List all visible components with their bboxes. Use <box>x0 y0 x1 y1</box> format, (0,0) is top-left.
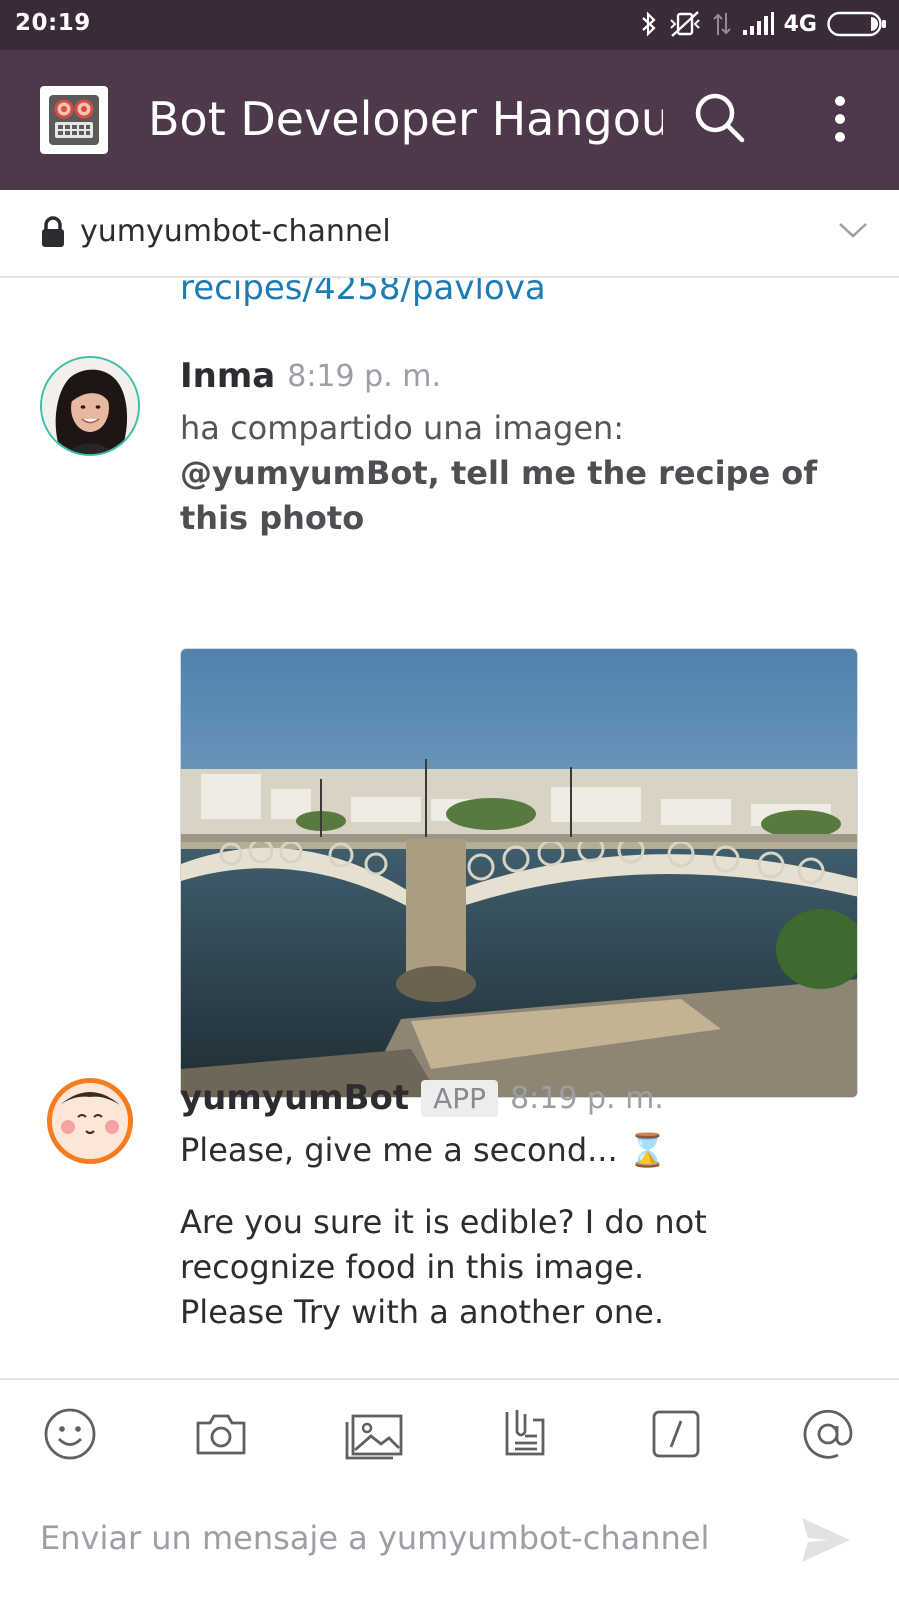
at-sign-icon <box>803 1409 853 1459</box>
vibrate-off-icon <box>669 11 700 37</box>
gallery-button[interactable] <box>343 1406 405 1462</box>
avatar-yumyumbot[interactable] <box>47 1078 133 1164</box>
channel-header[interactable]: yumyumbot-channel <box>0 190 899 278</box>
message-inma: Inma 8:19 p. m. ha compartido una imagen… <box>0 356 899 1116</box>
message-yumyumbot: yumyumBot APP 8:19 p. m. Please, give me… <box>0 1078 899 1378</box>
file-attach-icon <box>505 1410 545 1456</box>
overflow-menu-button[interactable] <box>822 90 858 150</box>
lock-icon <box>42 216 64 247</box>
data-transfer-icon <box>712 13 731 35</box>
bridge-photo-image <box>181 649 857 1097</box>
status-time: 20:19 <box>15 10 91 36</box>
emoji-button[interactable] <box>42 1406 98 1462</box>
channel-name: yumyumbot-channel <box>80 214 391 249</box>
status-icons: 4G <box>640 9 887 39</box>
slash-command-button[interactable] <box>648 1406 704 1462</box>
bot-reply-text: Are you sure it is edible? I do not reco… <box>180 1203 707 1331</box>
avatar-inma[interactable] <box>40 356 140 456</box>
mention-button[interactable] <box>800 1406 856 1462</box>
image-gallery-icon <box>345 1414 403 1460</box>
camera-button[interactable] <box>193 1406 249 1462</box>
author-name[interactable]: Inma <box>180 356 275 396</box>
image-caption: @yumyumBot, tell me the recipe of this p… <box>180 454 818 537</box>
bluetooth-icon <box>641 11 656 37</box>
send-icon <box>802 1518 850 1562</box>
person-avatar-icon <box>42 358 138 454</box>
robot-icon <box>44 90 104 150</box>
composer-toolbar <box>0 1378 899 1488</box>
bot-face-icon <box>52 1083 128 1159</box>
status-bar: 20:19 4G <box>0 0 899 50</box>
recipe-link[interactable]: recipes/4258/pavlova <box>180 278 546 308</box>
slash-command-icon <box>652 1410 700 1458</box>
file-button[interactable] <box>497 1406 553 1462</box>
search-icon <box>695 93 745 143</box>
signal-icon <box>742 12 774 35</box>
more-vertical-icon <box>835 96 845 142</box>
waiting-message: Please, give me a second... <box>180 1131 618 1169</box>
hourglass-icon: ⌛ <box>627 1131 668 1169</box>
message-list[interactable]: recipes/4258/pavlova Inma 8:19 p. m. ha … <box>0 278 899 1378</box>
timestamp: 8:19 p. m. <box>287 358 442 394</box>
chevron-down-icon[interactable] <box>837 218 869 242</box>
shared-image-text: ha compartido una imagen: <box>180 409 625 447</box>
camera-icon <box>196 1414 246 1455</box>
smiley-icon <box>44 1408 96 1460</box>
timestamp: 8:19 p. m. <box>510 1080 664 1116</box>
bot-waiting-text: Please, give me a second... ⌛ <box>180 1128 870 1173</box>
message-input[interactable] <box>40 1508 760 1568</box>
app-badge: APP <box>421 1079 499 1117</box>
team-logo[interactable] <box>40 86 108 154</box>
message-text: ha compartido una imagen: @yumyumBot, te… <box>180 406 870 541</box>
author-name[interactable]: yumyumBot <box>180 1078 409 1118</box>
message-composer <box>0 1488 899 1599</box>
message-header: yumyumBot APP 8:19 p. m. <box>180 1078 664 1118</box>
team-name[interactable]: Bot Developer Hangout <box>148 90 663 148</box>
shared-image[interactable] <box>180 648 858 1098</box>
message-header: Inma 8:19 p. m. <box>180 356 441 396</box>
search-button[interactable] <box>690 88 750 148</box>
network-type: 4G <box>783 11 817 37</box>
battery-icon <box>827 11 886 37</box>
send-button[interactable] <box>798 1512 854 1568</box>
app-header: Bot Developer Hangout <box>0 50 899 190</box>
